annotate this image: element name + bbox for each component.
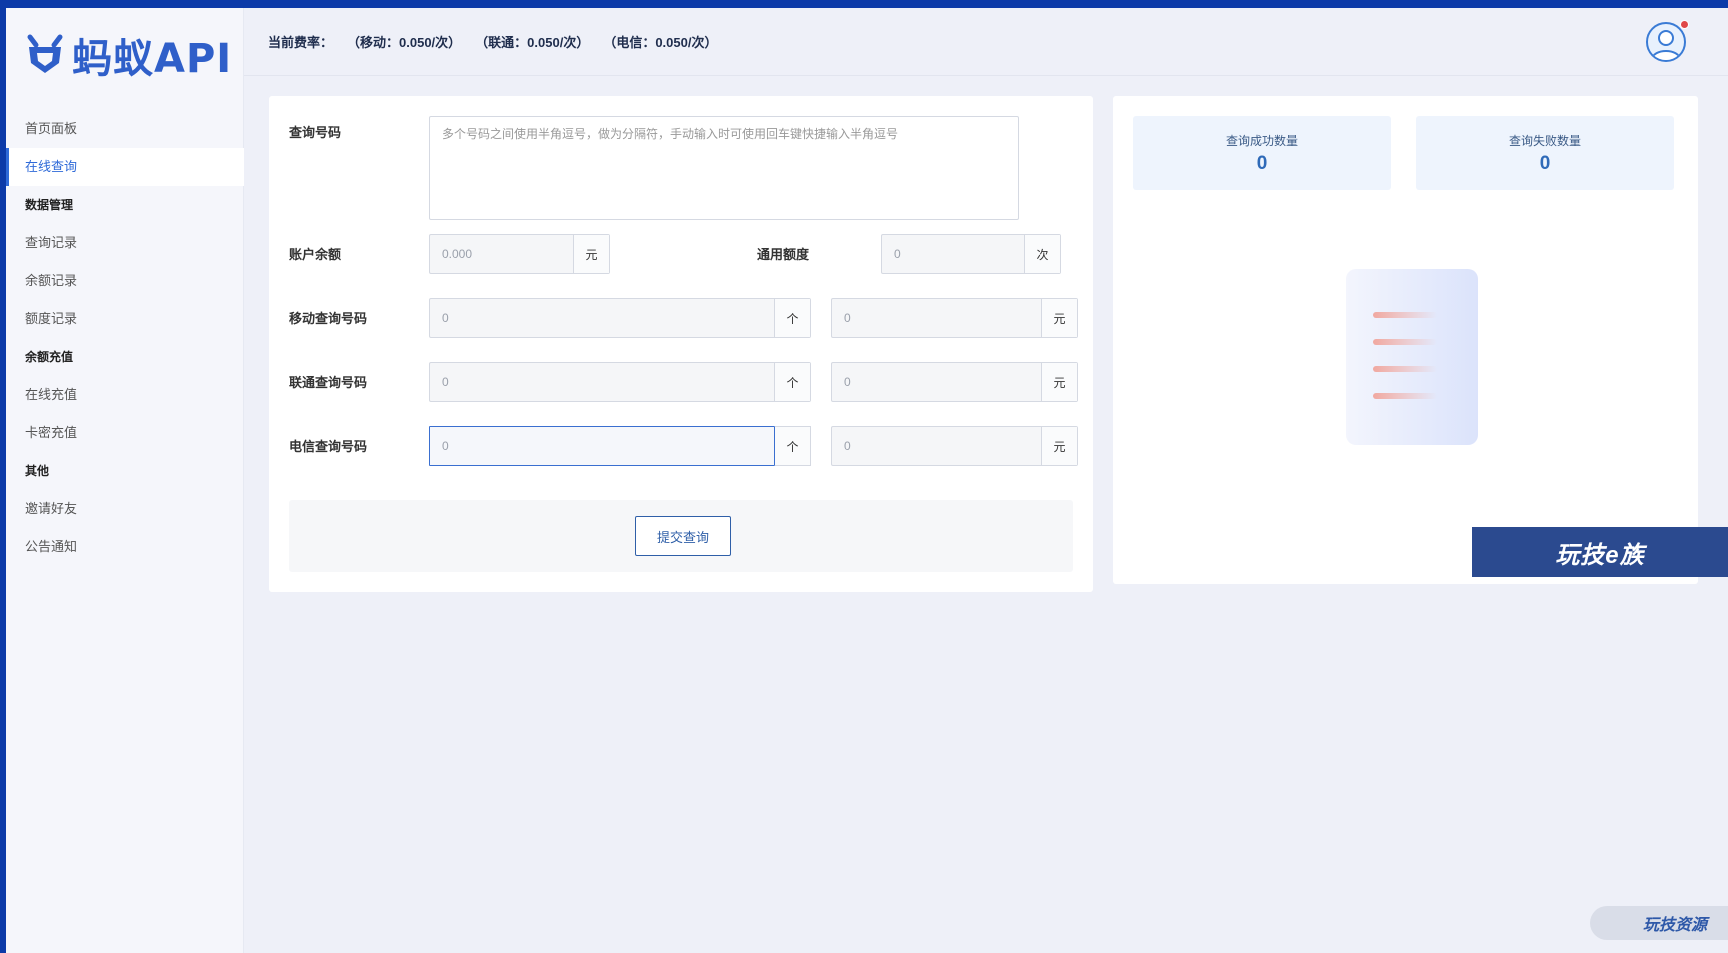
sidebar-item-online-query[interactable]: 在线查询 bbox=[6, 148, 244, 186]
numbers-label: 查询号码 bbox=[289, 125, 342, 140]
success-count-label: 查询成功数量 bbox=[1225, 134, 1298, 148]
stats-panel: 查询成功数量 0 查询失败数量 0 bbox=[1113, 96, 1698, 584]
mobile-count-input[interactable] bbox=[430, 299, 774, 337]
unicom-count-input[interactable] bbox=[430, 363, 774, 401]
unicom-label: 联通查询号码 bbox=[289, 375, 368, 390]
quota-input-group: 次 bbox=[881, 234, 1061, 274]
submit-area: 提交查询 bbox=[289, 500, 1073, 572]
telecom-count-group: 个 bbox=[429, 426, 811, 466]
notification-dot bbox=[1680, 20, 1689, 29]
submit-query-button[interactable]: 提交查询 bbox=[635, 516, 731, 556]
sidebar-group-data: 数据管理 bbox=[25, 198, 74, 212]
rate-info: 当前费率： （移动：0.050/次） （联通：0.050/次） （电信：0.05… bbox=[268, 32, 717, 51]
success-count-value: 0 bbox=[1256, 153, 1268, 174]
unicom-count-group: 个 bbox=[429, 362, 811, 402]
rate-telecom: （电信：0.050/次） bbox=[603, 35, 718, 50]
watermark-bottom: 玩技资源 bbox=[1590, 906, 1728, 940]
mobile-label: 移动查询号码 bbox=[289, 311, 368, 326]
quota-unit: 次 bbox=[1024, 235, 1060, 273]
numbers-textarea[interactable] bbox=[429, 116, 1019, 220]
mobile-cost-group: 元 bbox=[831, 298, 1078, 338]
fail-count-card: 查询失败数量 0 bbox=[1416, 116, 1674, 190]
quota-label: 通用额度 bbox=[757, 247, 810, 262]
rate-label: 当前费率： bbox=[268, 35, 334, 50]
unicom-count-unit: 个 bbox=[774, 363, 810, 401]
query-form-panel: 查询号码 账户余额 元 通用额度 次 移动查询号码 个 元 联通查询号码 个 元 bbox=[269, 96, 1093, 592]
sidebar: 蚂蚁API 首页面板 在线查询 数据管理 查询记录 余额记录 额度记录 余额充值… bbox=[6, 8, 244, 953]
telecom-cost-group: 元 bbox=[831, 426, 1078, 466]
telecom-cost-input[interactable] bbox=[832, 427, 1041, 465]
empty-document-icon bbox=[1345, 268, 1479, 453]
mobile-cost-unit: 元 bbox=[1041, 299, 1077, 337]
sidebar-item-online-recharge[interactable]: 在线充值 bbox=[6, 376, 244, 414]
telecom-cost-unit: 元 bbox=[1041, 427, 1077, 465]
telecom-label: 电信查询号码 bbox=[289, 439, 368, 454]
app-frame: 蚂蚁API 首页面板 在线查询 数据管理 查询记录 余额记录 额度记录 余额充值… bbox=[6, 8, 1728, 953]
top-header: 当前费率： （移动：0.050/次） （联通：0.050/次） （电信：0.05… bbox=[244, 8, 1728, 76]
sidebar-group-other: 其他 bbox=[25, 464, 50, 478]
sidebar-item-query-records[interactable]: 查询记录 bbox=[6, 224, 244, 262]
mobile-count-group: 个 bbox=[429, 298, 811, 338]
fail-count-label: 查询失败数量 bbox=[1508, 134, 1581, 148]
balance-label: 账户余额 bbox=[289, 247, 342, 262]
rate-unicom: （联通：0.050/次） bbox=[475, 35, 590, 50]
sidebar-item-quota-records[interactable]: 额度记录 bbox=[6, 300, 244, 338]
watermark-top: 玩技e族 bbox=[1472, 527, 1728, 577]
balance-unit: 元 bbox=[573, 235, 609, 273]
sidebar-group-recharge: 余额充值 bbox=[25, 350, 74, 364]
sidebar-item-invite[interactable]: 邀请好友 bbox=[6, 490, 244, 528]
user-avatar-icon[interactable] bbox=[1646, 22, 1686, 62]
unicom-cost-input[interactable] bbox=[832, 363, 1041, 401]
rate-mobile: （移动：0.050/次） bbox=[347, 35, 462, 50]
sidebar-nav: 首页面板 在线查询 数据管理 查询记录 余额记录 额度记录 余额充值 在线充值 … bbox=[6, 110, 244, 566]
logo[interactable]: 蚂蚁API bbox=[24, 30, 232, 82]
ant-logo-icon bbox=[27, 34, 63, 73]
unicom-cost-unit: 元 bbox=[1041, 363, 1077, 401]
success-count-card: 查询成功数量 0 bbox=[1133, 116, 1391, 190]
mobile-cost-input[interactable] bbox=[832, 299, 1041, 337]
quota-input[interactable] bbox=[882, 235, 1024, 273]
sidebar-item-notice[interactable]: 公告通知 bbox=[6, 528, 244, 566]
balance-input-group: 元 bbox=[429, 234, 610, 274]
sidebar-item-card-recharge[interactable]: 卡密充值 bbox=[6, 414, 244, 452]
unicom-cost-group: 元 bbox=[831, 362, 1078, 402]
telecom-count-unit: 个 bbox=[775, 426, 811, 466]
balance-input[interactable] bbox=[430, 235, 573, 273]
sidebar-item-balance-records[interactable]: 余额记录 bbox=[6, 262, 244, 300]
logo-text: 蚂蚁API bbox=[72, 36, 233, 82]
sidebar-item-home[interactable]: 首页面板 bbox=[6, 110, 244, 148]
telecom-count-input[interactable] bbox=[429, 426, 775, 466]
fail-count-value: 0 bbox=[1539, 153, 1551, 174]
mobile-count-unit: 个 bbox=[774, 299, 810, 337]
